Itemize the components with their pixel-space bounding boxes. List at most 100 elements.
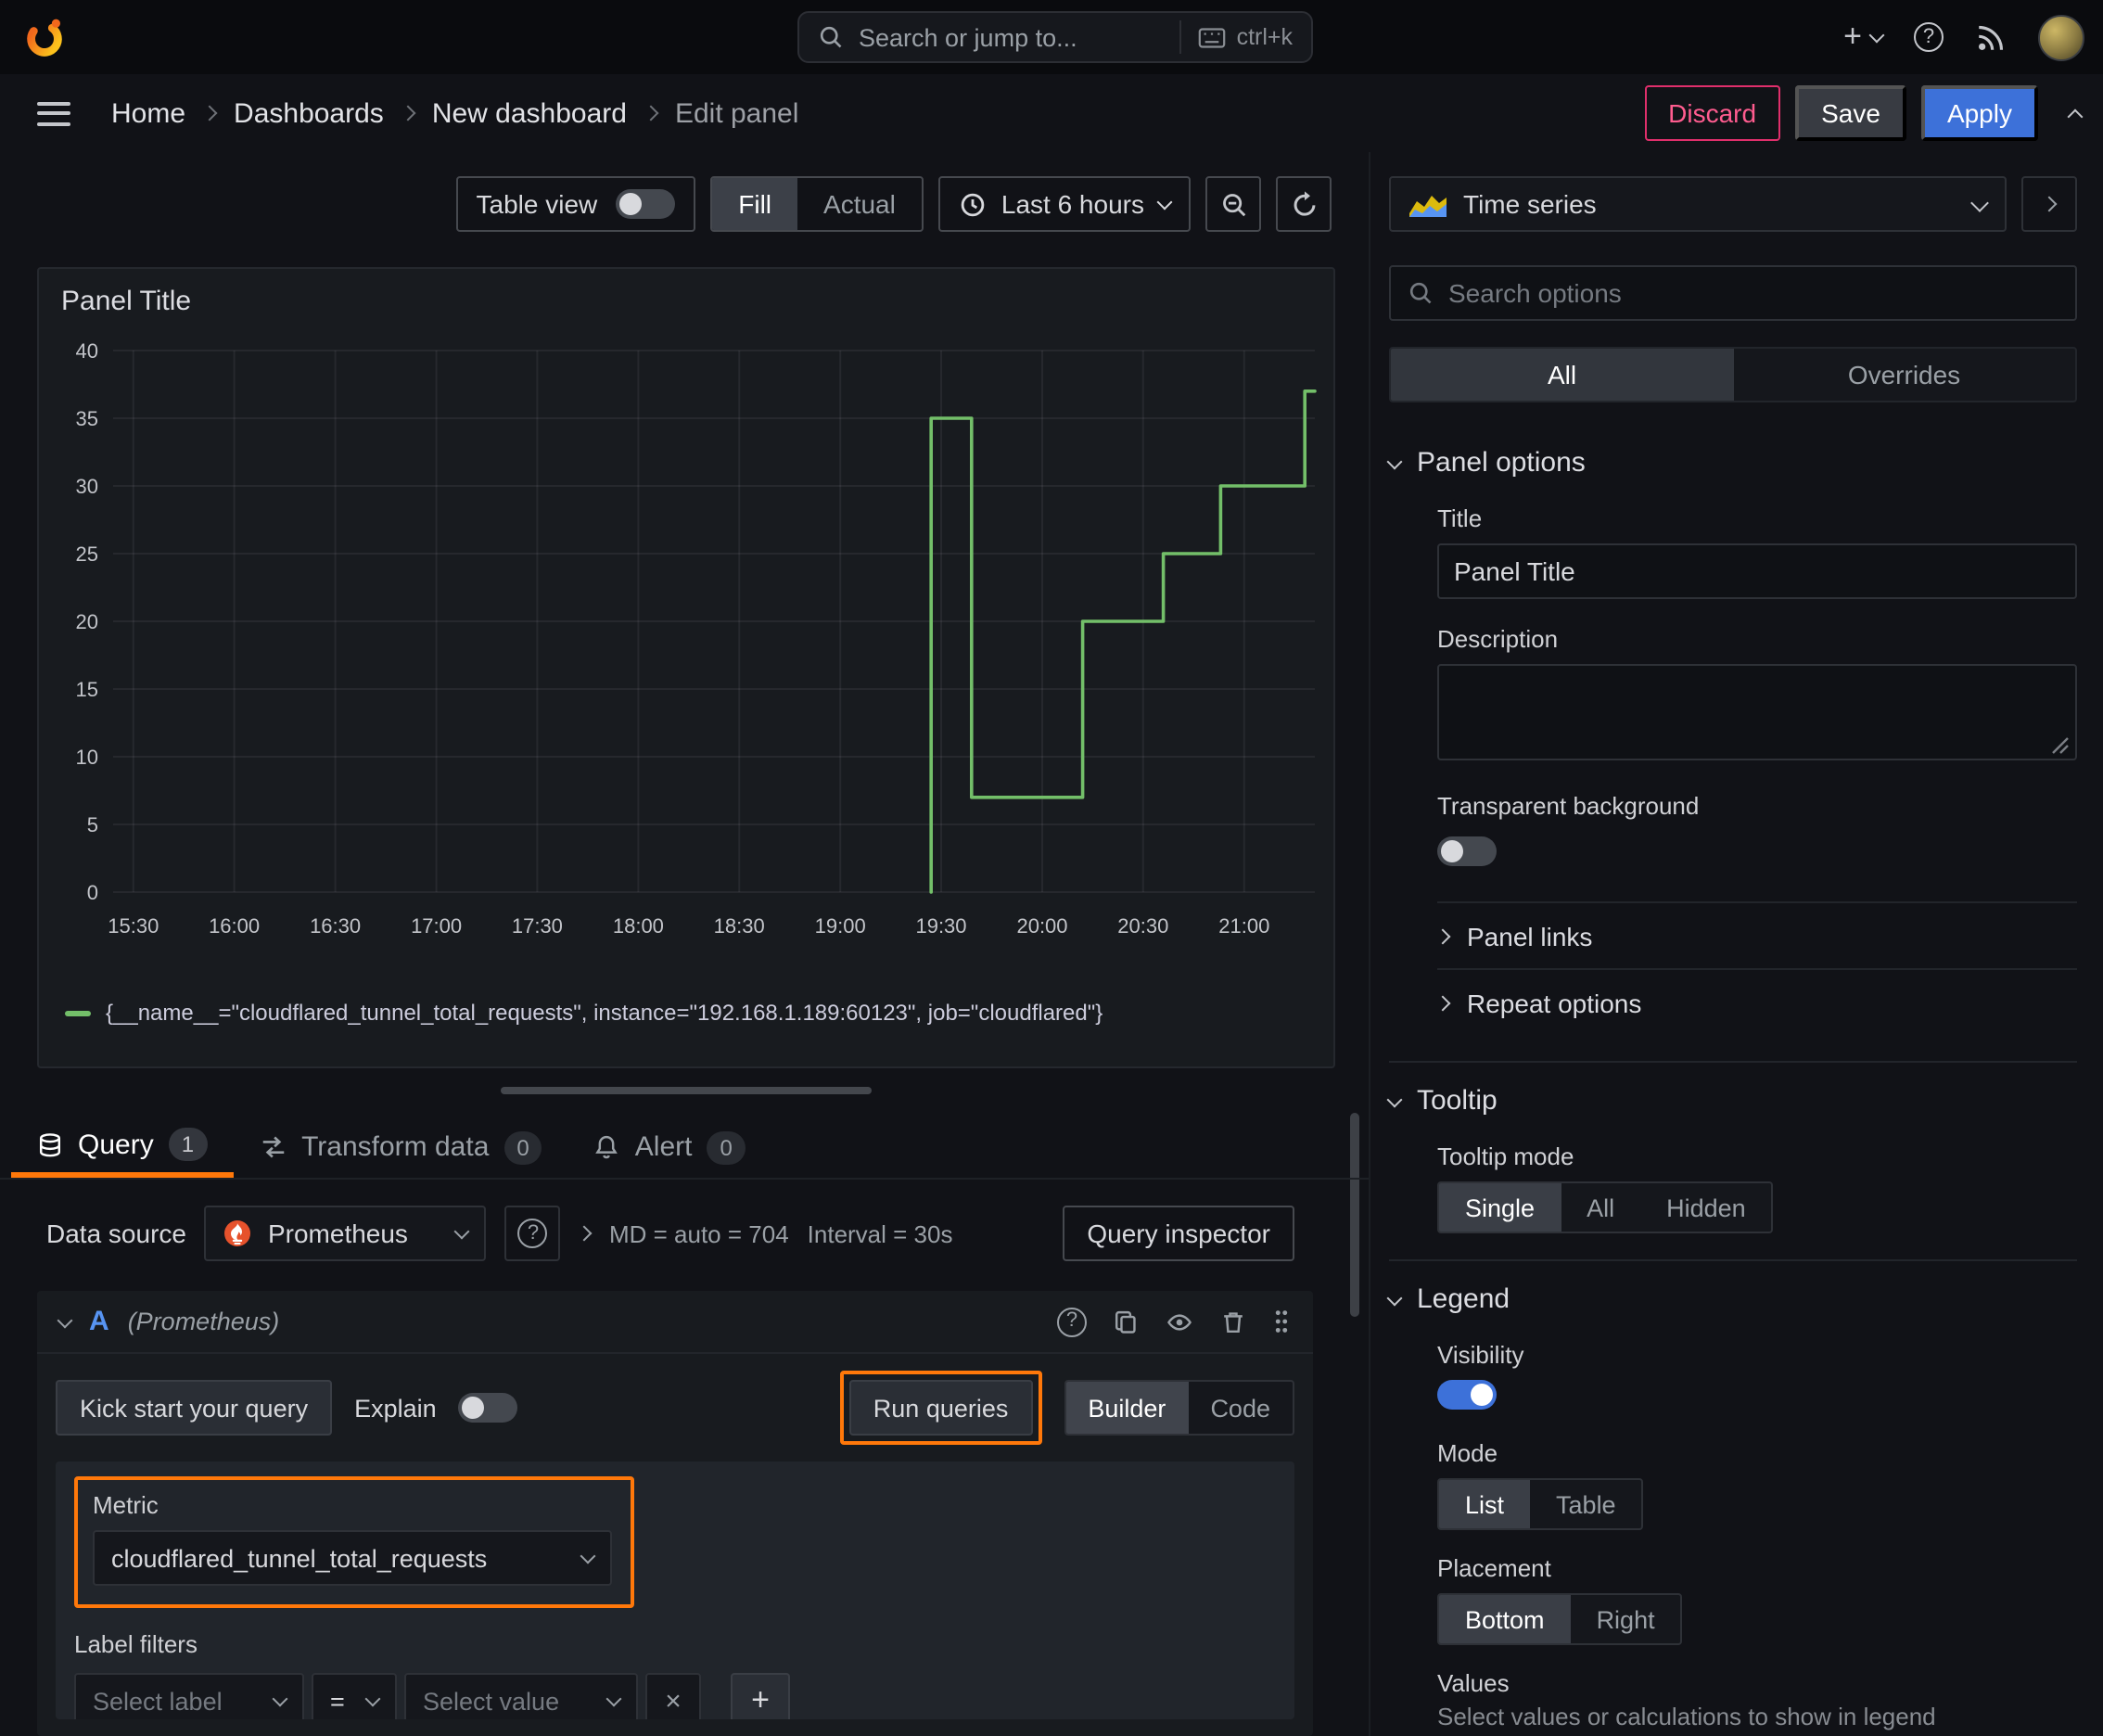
time-series-chart[interactable]: 0 5 10 15 20 25 30 35 40 15:30 16:00 16:30 17:00 17:3…: [50, 336, 1326, 955]
drag-handle-icon[interactable]: [1272, 1308, 1291, 1335]
svg-text:20:30: 20:30: [1117, 914, 1168, 938]
legend-placement-bottom[interactable]: Bottom: [1439, 1595, 1571, 1643]
run-queries-button[interactable]: Run queries: [848, 1380, 1033, 1436]
search-options-input[interactable]: Search options: [1389, 265, 2077, 321]
user-avatar[interactable]: [2038, 14, 2084, 60]
explain-toggle[interactable]: [458, 1393, 518, 1423]
prometheus-icon: [223, 1219, 253, 1248]
legend-visibility-toggle[interactable]: [1437, 1380, 1497, 1410]
mega-menu-toggle-icon[interactable]: [37, 101, 70, 125]
query-help-icon[interactable]: ?: [1057, 1307, 1087, 1336]
panel-resize-handle[interactable]: [501, 1087, 872, 1094]
tooltip-mode-hidden[interactable]: Hidden: [1640, 1183, 1772, 1232]
zoom-out-button[interactable]: [1205, 176, 1261, 232]
select-label-dropdown[interactable]: Select label: [74, 1673, 304, 1719]
svg-text:19:30: 19:30: [915, 914, 966, 938]
table-view-label: Table view: [476, 189, 598, 219]
breadcrumb-new-dashboard[interactable]: New dashboard: [432, 97, 627, 129]
description-textarea[interactable]: [1437, 664, 2077, 760]
label-filters-label: Label filters: [74, 1630, 198, 1658]
tab-query[interactable]: Query 1: [11, 1117, 234, 1178]
breadcrumb-edit-panel: Edit panel: [674, 97, 799, 129]
remove-filter-button[interactable]: ×: [645, 1673, 701, 1719]
query-options-expand-icon[interactable]: [577, 1225, 593, 1242]
svg-text:16:30: 16:30: [310, 914, 361, 938]
grafana-logo-icon[interactable]: [22, 15, 67, 59]
query-editor-card: A (Prometheus) ? Kick start your query E…: [37, 1291, 1313, 1736]
svg-text:15:30: 15:30: [108, 914, 159, 938]
metric-select[interactable]: cloudflared_tunnel_total_requests: [93, 1530, 612, 1586]
tooltip-content: Tooltip mode Single All Hidden: [1437, 1142, 2077, 1233]
svg-text:17:00: 17:00: [411, 914, 462, 938]
query-toolbar: Kick start your query Explain Run querie…: [56, 1371, 1294, 1445]
panel-links-expander[interactable]: Panel links: [1434, 901, 2077, 968]
legend-mode-table[interactable]: Table: [1530, 1480, 1642, 1528]
operator-dropdown[interactable]: =: [312, 1673, 397, 1719]
query-datasource-type: (Prometheus): [127, 1308, 280, 1335]
visibility-label: Visibility: [1437, 1341, 1524, 1369]
tab-overrides[interactable]: Overrides: [1733, 349, 2075, 401]
chevron-right-icon: [201, 105, 218, 121]
discard-button[interactable]: Discard: [1644, 85, 1781, 141]
new-menu-button[interactable]: +: [1843, 19, 1885, 56]
table-view-toggle[interactable]: [616, 189, 676, 219]
keyboard-icon: [1198, 27, 1226, 47]
repeat-options-expander[interactable]: Repeat options: [1434, 968, 2077, 1035]
tab-query-label: Query: [78, 1129, 154, 1160]
hide-query-icon[interactable]: [1165, 1308, 1194, 1334]
collapse-options-button[interactable]: [2021, 176, 2077, 232]
tab-all[interactable]: All: [1391, 349, 1733, 401]
delete-query-icon[interactable]: [1220, 1308, 1246, 1334]
add-filter-button[interactable]: +: [731, 1673, 790, 1719]
collapse-pane-icon[interactable]: [2067, 108, 2084, 124]
collapse-query-icon[interactable]: [57, 1311, 73, 1328]
help-button[interactable]: ?: [1914, 22, 1944, 52]
svg-text:5: 5: [87, 813, 98, 836]
global-search-input[interactable]: Search or jump to... ctrl+k: [797, 11, 1313, 63]
news-broadcast-button[interactable]: [1975, 21, 2007, 53]
code-option[interactable]: Code: [1188, 1382, 1293, 1434]
query-builder-panel: Metric cloudflared_tunnel_total_requests…: [56, 1462, 1294, 1719]
tooltip-mode-single[interactable]: Single: [1439, 1183, 1561, 1232]
save-button[interactable]: Save: [1795, 85, 1906, 141]
chevron-right-icon: [643, 105, 659, 121]
chart-legend-item[interactable]: {__name__="cloudflared_tunnel_total_requ…: [65, 1000, 1102, 1026]
query-ref-id: A: [89, 1306, 109, 1337]
query-inspector-button[interactable]: Query inspector: [1063, 1206, 1294, 1261]
refresh-button[interactable]: [1276, 176, 1332, 232]
datasource-help-button[interactable]: ?: [504, 1206, 561, 1261]
legend-header[interactable]: Legend: [1386, 1283, 2077, 1315]
datasource-label: Data source: [46, 1219, 186, 1248]
tab-transform-data[interactable]: Transform data 0: [233, 1117, 568, 1178]
query-header-actions: ?: [1057, 1307, 1291, 1336]
tab-alert[interactable]: Alert 0: [568, 1117, 771, 1178]
datasource-picker[interactable]: Prometheus: [204, 1206, 487, 1261]
resize-corner-icon[interactable]: [2051, 736, 2070, 755]
builder-option[interactable]: Builder: [1065, 1382, 1189, 1434]
chevron-down-icon: [1868, 27, 1885, 44]
description-label: Description: [1437, 625, 1559, 653]
panel-options-header[interactable]: Panel options: [1386, 447, 2077, 479]
time-range-picker[interactable]: Last 6 hours: [937, 176, 1191, 232]
svg-text:25: 25: [76, 542, 98, 566]
actual-option[interactable]: Actual: [797, 178, 922, 230]
kick-start-query-button[interactable]: Kick start your query: [56, 1380, 333, 1436]
visualization-picker[interactable]: Time series: [1389, 176, 2007, 232]
fill-option[interactable]: Fill: [712, 178, 798, 230]
breadcrumb-home[interactable]: Home: [111, 97, 185, 129]
tooltip-header[interactable]: Tooltip: [1386, 1085, 2077, 1117]
plus-icon: +: [751, 1682, 770, 1717]
legend-placement-right[interactable]: Right: [1571, 1595, 1681, 1643]
apply-button[interactable]: Apply: [1920, 85, 2038, 141]
select-value-dropdown[interactable]: Select value: [404, 1673, 638, 1719]
duplicate-query-icon[interactable]: [1113, 1308, 1139, 1334]
legend-mode-list[interactable]: List: [1439, 1480, 1531, 1528]
breadcrumb-dashboards[interactable]: Dashboards: [234, 97, 384, 129]
panel-title-input[interactable]: [1437, 543, 2077, 599]
svg-text:20: 20: [76, 610, 98, 633]
tooltip-mode-all[interactable]: All: [1561, 1183, 1640, 1232]
tab-transform-label: Transform data: [301, 1131, 490, 1163]
section-tooltip: Tooltip Tooltip mode Single All Hidden: [1386, 1061, 2077, 1233]
transparent-background-toggle[interactable]: [1437, 836, 1497, 866]
chevron-down-icon: [1156, 194, 1173, 211]
